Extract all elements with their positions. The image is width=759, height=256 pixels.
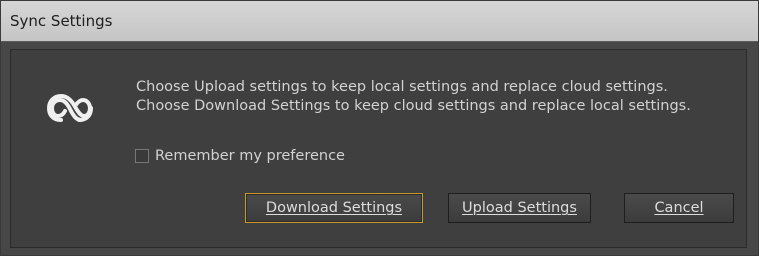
message-line-download: Choose Download Settings to keep cloud s… bbox=[136, 98, 691, 114]
download-settings-button[interactable]: Download Settings bbox=[245, 193, 423, 223]
remember-checkbox[interactable] bbox=[135, 149, 149, 163]
title-bar[interactable]: Sync Settings bbox=[1, 1, 758, 42]
cancel-button[interactable]: Cancel bbox=[624, 193, 734, 223]
dialog-title: Sync Settings bbox=[10, 12, 113, 30]
creative-cloud-icon bbox=[47, 93, 93, 122]
message-line-upload: Choose Upload settings to keep local set… bbox=[136, 79, 668, 95]
upload-settings-button[interactable]: Upload Settings bbox=[448, 193, 591, 223]
sync-settings-dialog: Sync Settings Choose Upload settings to … bbox=[0, 0, 759, 256]
dialog-body: Choose Upload settings to keep local set… bbox=[10, 49, 747, 248]
message-text: Choose Upload settings to keep local set… bbox=[136, 78, 691, 116]
remember-label: Remember my preference bbox=[155, 148, 345, 164]
remember-preference[interactable]: Remember my preference bbox=[135, 147, 345, 165]
